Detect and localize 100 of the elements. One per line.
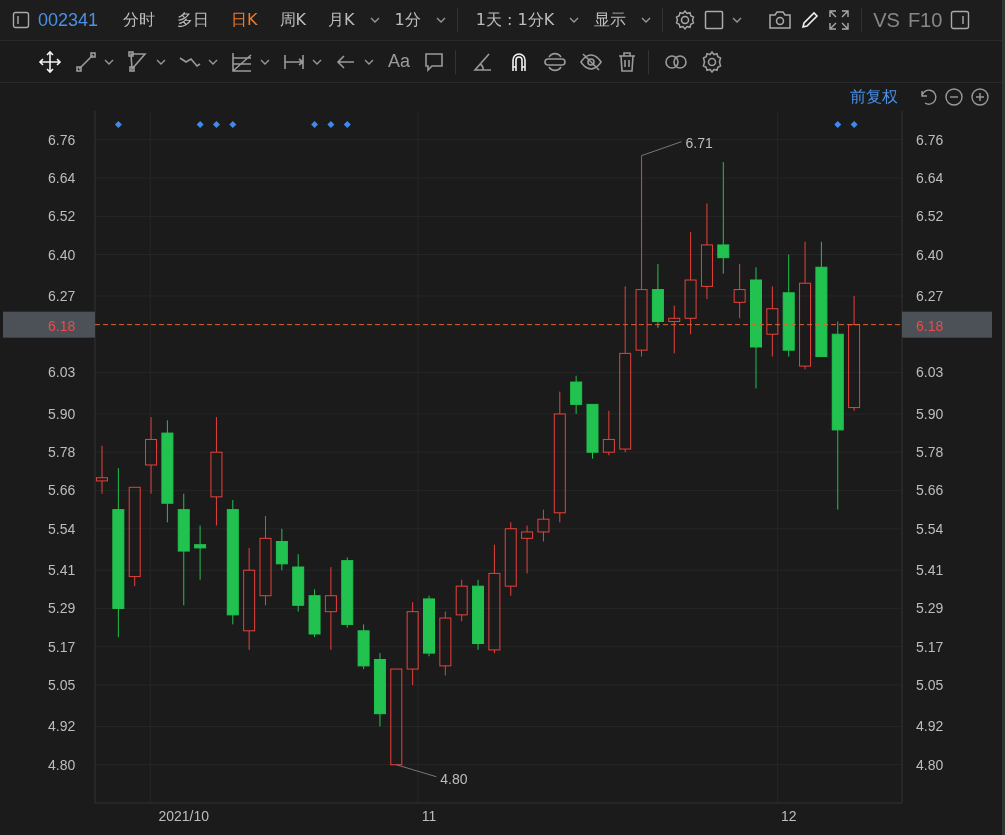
stock-code[interactable]: 002341	[38, 9, 99, 31]
candlestick	[521, 525, 534, 574]
zoom-in-icon[interactable]	[970, 87, 990, 107]
y-axis-label: 6.52	[916, 208, 944, 225]
square-icon[interactable]	[704, 10, 725, 30]
adjustment-link[interactable]: 前复权	[850, 86, 898, 108]
leader-line	[641, 141, 683, 157]
event-marker-icon[interactable]	[343, 121, 351, 128]
candlestick	[472, 579, 485, 651]
y-axis-label: 6.40	[48, 246, 76, 263]
leader-line	[395, 764, 437, 778]
price-tag: 6.18	[48, 317, 76, 334]
event-marker-icon[interactable]	[212, 121, 220, 128]
candlestick	[423, 595, 435, 657]
event-marker-icon[interactable]	[114, 121, 122, 128]
y-axis-label: 5.17	[48, 638, 76, 655]
caret-icon[interactable]	[260, 58, 270, 65]
caret-icon[interactable]	[569, 17, 580, 23]
y-axis-label: 4.80	[48, 756, 76, 773]
caret-icon[interactable]	[104, 58, 114, 65]
candlestick	[292, 553, 305, 613]
event-marker-icon[interactable]	[327, 121, 335, 128]
y-axis-label: 4.92	[48, 718, 76, 735]
candlestick	[602, 410, 615, 456]
caret-icon[interactable]	[641, 17, 652, 23]
y-axis-label: 4.80	[916, 756, 944, 773]
y-axis-label: 5.54	[48, 520, 76, 537]
price-tag: 6.18	[916, 317, 944, 334]
candlestick	[586, 403, 599, 460]
pencil-icon[interactable]	[800, 10, 821, 30]
period-tab[interactable]: 分时	[116, 9, 163, 31]
candlestick	[308, 588, 321, 638]
event-marker-icon[interactable]	[311, 121, 319, 128]
y-axis-label: 5.66	[916, 482, 944, 499]
period-tab[interactable]: 月K	[321, 9, 362, 31]
y-axis-label: 5.90	[916, 405, 944, 422]
move-tool-icon[interactable]	[38, 49, 62, 74]
panel-icon[interactable]	[12, 11, 30, 29]
y-axis-label: 5.41	[48, 562, 76, 579]
y-axis-label: 6.64	[48, 169, 76, 186]
vs-button[interactable]: VS	[873, 8, 900, 32]
caret-icon[interactable]	[208, 58, 218, 65]
event-marker-icon[interactable]	[196, 121, 204, 128]
candlestick	[537, 509, 550, 542]
f10-button[interactable]: F10	[907, 8, 943, 32]
text-tool[interactable]: Aa	[388, 51, 411, 72]
caret-icon[interactable]	[732, 17, 743, 23]
caret-icon[interactable]	[369, 17, 380, 23]
y-axis-label: 5.78	[48, 444, 76, 461]
y-axis-label: 6.52	[48, 208, 76, 225]
x-axis-label: 11	[421, 808, 437, 824]
x-axis-label: 12	[780, 808, 797, 824]
display-menu[interactable]: 显示	[587, 9, 634, 31]
candlestick	[357, 623, 370, 670]
candlestick	[668, 305, 681, 354]
y-axis-label: 5.05	[48, 677, 76, 693]
caret-icon[interactable]	[435, 17, 446, 23]
event-marker-icon[interactable]	[229, 121, 237, 128]
y-axis-label: 5.78	[916, 444, 944, 461]
y-axis-label: 6.03	[916, 364, 944, 381]
y-axis-label: 6.27	[916, 287, 944, 304]
camera-icon[interactable]	[768, 10, 793, 30]
y-axis-label: 6.03	[48, 364, 76, 381]
candlestick	[733, 263, 746, 319]
panel-icon[interactable]	[950, 10, 971, 30]
y-axis-label: 6.40	[916, 246, 944, 263]
period-tab[interactable]: 日K	[224, 9, 265, 31]
event-marker-icon[interactable]	[834, 121, 842, 128]
y-axis-label: 5.66	[48, 482, 76, 499]
y-axis-label: 5.90	[48, 405, 76, 422]
candlestick	[439, 611, 452, 676]
caret-icon[interactable]	[312, 58, 322, 65]
y-axis-label: 6.27	[48, 287, 76, 304]
line-tool-icon[interactable]	[74, 49, 98, 74]
candlestick	[194, 525, 207, 581]
zoom-out-icon[interactable]	[944, 87, 964, 107]
y-axis-label: 5.41	[916, 562, 944, 579]
period-tab[interactable]: 多日	[170, 9, 217, 31]
candlestick	[455, 579, 468, 622]
undo-icon[interactable]	[918, 87, 938, 107]
period-tab[interactable]: 1分	[387, 9, 428, 31]
y-axis-label: 5.29	[48, 600, 76, 617]
candlestick	[570, 375, 583, 415]
y-axis-label: 5.05	[916, 677, 944, 693]
price-annotation: 6.71	[685, 134, 713, 151]
y-axis-label: 6.76	[48, 131, 76, 148]
settings-icon[interactable]	[674, 9, 697, 31]
candlestick	[96, 445, 108, 495]
period-tab[interactable]: 周K	[272, 9, 314, 31]
range-select[interactable]: 1天 : 1分K	[468, 9, 562, 31]
y-axis-label: 4.92	[916, 718, 944, 735]
y-axis-label: 6.76	[916, 131, 944, 148]
y-axis-label: 5.54	[916, 520, 944, 537]
caret-icon[interactable]	[156, 58, 166, 65]
caret-icon[interactable]	[364, 58, 374, 65]
candlestick	[275, 528, 288, 571]
fullscreen-icon[interactable]	[828, 9, 851, 31]
event-marker-icon[interactable]	[850, 121, 858, 128]
y-axis-label: 6.64	[916, 169, 944, 186]
y-axis-label: 5.29	[916, 600, 944, 617]
